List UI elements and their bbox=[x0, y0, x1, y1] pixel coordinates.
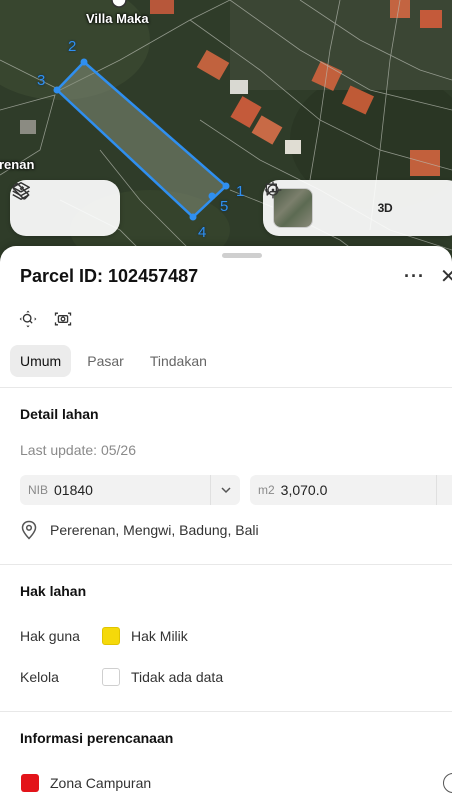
tab-umum[interactable]: Umum bbox=[10, 345, 72, 377]
place-label: Villa Maka bbox=[86, 11, 149, 26]
area-dropdown-button[interactable] bbox=[436, 475, 452, 505]
location-pin-icon bbox=[21, 520, 37, 540]
divider bbox=[0, 711, 452, 712]
more-options-button[interactable]: ··· bbox=[404, 266, 425, 287]
planning-heading: Informasi perencanaan bbox=[20, 730, 174, 746]
area-unit: m2 bbox=[258, 483, 275, 497]
area-field[interactable]: m2 3,070.0 bbox=[250, 475, 452, 505]
location-row: Pererenan, Mengwi, Badung, Bali bbox=[20, 520, 259, 540]
ruler-icon bbox=[12, 183, 29, 200]
nib-unit: NIB bbox=[28, 483, 49, 497]
locate-button[interactable] bbox=[264, 181, 363, 230]
map-tools-left bbox=[10, 180, 120, 236]
vertex-label-1: 1 bbox=[236, 183, 245, 200]
divider bbox=[0, 387, 452, 388]
map-tools-right: 3D bbox=[263, 180, 452, 236]
hak-guna-label: Hak guna bbox=[20, 628, 80, 644]
detail-heading: Detail lahan bbox=[20, 406, 99, 422]
zoom-to-parcel-button[interactable] bbox=[17, 308, 39, 330]
divider bbox=[0, 564, 452, 565]
kelola-label: Kelola bbox=[20, 669, 59, 685]
screenshot-button[interactable] bbox=[52, 308, 74, 330]
kelola-swatch bbox=[102, 668, 120, 686]
zoom-search-icon bbox=[19, 310, 37, 328]
sheet-drag-handle[interactable] bbox=[222, 253, 262, 258]
nib-value: 01840 bbox=[54, 482, 93, 498]
camera-icon bbox=[54, 312, 72, 326]
location-text: Pererenan, Mengwi, Badung, Bali bbox=[50, 522, 259, 538]
area-label: renan bbox=[0, 157, 35, 172]
parcel-title: Parcel ID: 102457487 bbox=[20, 266, 199, 286]
3d-toggle-button[interactable]: 3D bbox=[363, 186, 407, 230]
chevron-down-icon bbox=[220, 487, 231, 494]
rights-heading: Hak lahan bbox=[20, 583, 87, 599]
vertex-label-4: 4 bbox=[198, 224, 207, 241]
hak-guna-swatch bbox=[102, 627, 120, 645]
vertex-label-2: 2 bbox=[68, 38, 77, 55]
zone-label: Zona Campuran bbox=[50, 775, 152, 791]
close-button[interactable]: ✕ bbox=[440, 264, 452, 289]
share-button[interactable] bbox=[265, 183, 451, 230]
measure-button[interactable] bbox=[12, 183, 115, 230]
vertex-label-5: 5 bbox=[220, 198, 229, 215]
tab-bar: Umum Pasar Tindakan bbox=[10, 345, 217, 377]
zone-swatch bbox=[21, 774, 39, 792]
chat-share-icon bbox=[265, 183, 277, 196]
last-update-text: Last update: 05/26 bbox=[20, 442, 136, 458]
nib-field[interactable]: NIB 01840 bbox=[20, 475, 240, 505]
tab-tindakan[interactable]: Tindakan bbox=[140, 345, 217, 377]
satellite-map[interactable]: Villa Maka renan 1 2 3 4 5 3D bbox=[0, 0, 452, 270]
parcel-detail-sheet: Parcel ID: 102457487 ··· ✕ Umum Pasar Ti… bbox=[0, 246, 452, 804]
vertex-label-3: 3 bbox=[37, 72, 46, 89]
area-value: 3,070.0 bbox=[280, 482, 328, 498]
nib-dropdown-button[interactable] bbox=[210, 475, 240, 505]
tab-pasar[interactable]: Pasar bbox=[77, 345, 134, 377]
zone-info-icon[interactable] bbox=[443, 773, 452, 793]
kelola-value: Tidak ada data bbox=[131, 669, 224, 685]
hak-guna-value: Hak Milik bbox=[131, 628, 188, 644]
